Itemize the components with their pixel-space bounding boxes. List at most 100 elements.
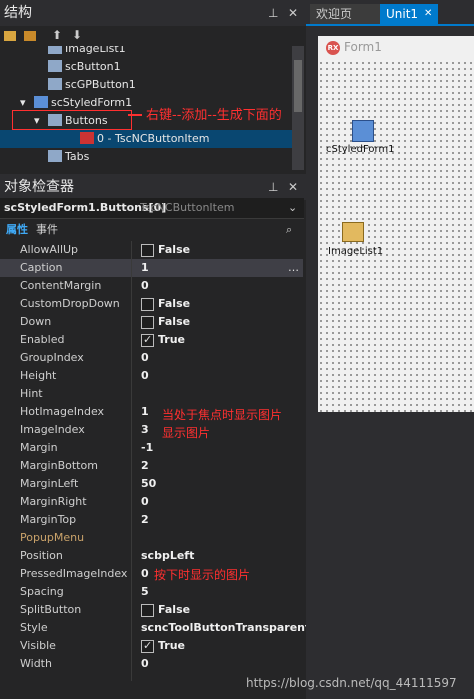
folder-open-icon[interactable]	[4, 31, 16, 41]
tab-properties[interactable]: 属性	[6, 220, 28, 240]
property-row[interactable]: PressedImageIndex 0	[0, 565, 303, 583]
property-row[interactable]: Style scncToolButtonTransparent	[0, 619, 310, 637]
annotation-hot-image: 当处于焦点时显示图片	[162, 408, 283, 422]
property-name: HotImageIndex	[20, 405, 105, 418]
property-row[interactable]: MarginRight 0	[0, 493, 303, 511]
tree-item[interactable]: 0 - TscNCButtonItem	[0, 130, 292, 148]
property-value[interactable]: scncToolButtonTransparent	[141, 619, 310, 637]
property-row[interactable]: AllowAllUp False	[0, 241, 303, 259]
property-name: Height	[20, 369, 57, 382]
property-row[interactable]: MarginTop 2	[0, 511, 303, 529]
property-row[interactable]: Hint	[0, 385, 303, 403]
tree-scroll-thumb[interactable]	[294, 60, 302, 112]
arrow-down-icon[interactable]: ⬇	[72, 28, 82, 42]
pin-icon[interactable]: ⊥	[268, 0, 278, 26]
property-row[interactable]: MarginBottom 2	[0, 457, 303, 475]
tab-welcome[interactable]: 欢迎页	[310, 4, 380, 24]
property-name: MarginTop	[20, 513, 77, 526]
tree-scrollbar[interactable]	[292, 46, 304, 170]
component-imagelist-label: ImageList1	[328, 246, 384, 257]
property-checkbox[interactable]	[141, 331, 154, 349]
property-row[interactable]: Caption 1 …	[0, 259, 303, 277]
property-row[interactable]: PopupMenu	[0, 529, 303, 547]
structure-title: 结构	[4, 5, 32, 21]
object-inspector: 对象检查器 ⊥ ✕ scStyledForm1.Buttons[0] TscNC…	[0, 174, 310, 699]
property-name: Caption	[20, 261, 63, 274]
property-row[interactable]: Enabled True	[0, 331, 303, 349]
property-row[interactable]: CustomDropDown False	[0, 295, 303, 313]
property-value[interactable]: 2	[141, 511, 149, 529]
property-value[interactable]: 0	[141, 277, 149, 295]
chevron-down-icon[interactable]: ⌄	[288, 198, 297, 218]
property-row[interactable]: ImageIndex 3	[0, 421, 303, 439]
arrow-up-icon[interactable]: ⬆	[52, 28, 62, 42]
property-row[interactable]: SplitButton False	[0, 601, 303, 619]
property-grid: AllowAllUp False Caption 1… ContentMargin 0 Cu…	[0, 241, 310, 681]
property-row[interactable]: Visible True	[0, 637, 303, 655]
editor-accent-line	[306, 24, 474, 26]
search-icon[interactable]: ⌕	[286, 220, 292, 240]
inspector-tabs: 属性 事件 ⌕	[0, 220, 304, 240]
component-imagelist[interactable]: ImageList1	[328, 222, 408, 262]
close-icon[interactable]: ✕	[288, 174, 298, 200]
property-checkbox[interactable]	[141, 316, 154, 329]
property-row[interactable]: Height 0	[0, 367, 303, 385]
property-value[interactable]: 0	[141, 655, 149, 673]
grid-divider	[131, 241, 132, 681]
property-value[interactable]: 0	[141, 565, 149, 583]
tab-unit1[interactable]: Unit1 ✕	[380, 4, 438, 24]
pin-icon[interactable]: ⊥	[268, 174, 278, 200]
form-designer[interactable]: RX Form1 cStyledForm1 ImageList1	[318, 36, 474, 412]
property-checkbox[interactable]	[141, 637, 154, 655]
property-value: True	[158, 639, 186, 652]
folder-icon[interactable]	[24, 31, 36, 41]
close-icon[interactable]: ✕	[424, 4, 432, 24]
tree-item[interactable]: Tabs	[0, 148, 292, 166]
property-value: False	[158, 297, 191, 310]
property-row[interactable]: Width 0	[0, 655, 303, 673]
property-row[interactable]: GroupIndex 0	[0, 349, 303, 367]
property-name: Spacing	[20, 585, 64, 598]
property-row[interactable]: ContentMargin 0	[0, 277, 303, 295]
object-selector[interactable]: scStyledForm1.Buttons[0] TscNCButtonItem…	[0, 198, 304, 219]
tree-item[interactable]: ImageList1	[0, 46, 292, 58]
property-value[interactable]: 3	[141, 421, 149, 439]
property-value[interactable]: 5	[141, 583, 149, 601]
property-value[interactable]: 0	[141, 349, 149, 367]
tree-item[interactable]: scButton1	[0, 58, 292, 76]
property-value[interactable]: 1	[141, 259, 149, 277]
property-value[interactable]: scbpLeft	[141, 547, 194, 565]
property-value[interactable]: 0	[141, 367, 149, 385]
tree-item-label: 0 - TscNCButtonItem	[97, 132, 210, 145]
property-value[interactable]: 0	[141, 493, 149, 511]
tab-unit1-label: Unit1	[386, 7, 419, 21]
property-checkbox[interactable]	[141, 604, 154, 617]
tree-item-label: ImageList1	[65, 46, 126, 55]
property-name: Position	[20, 549, 63, 562]
property-row[interactable]: Margin -1	[0, 439, 303, 457]
close-icon[interactable]: ✕	[288, 0, 298, 26]
annotation-arrow	[128, 114, 142, 116]
component-styledform[interactable]: cStyledForm1	[326, 120, 406, 160]
property-name: ContentMargin	[20, 279, 102, 292]
ellipsis-button[interactable]: …	[288, 259, 299, 277]
property-row[interactable]: MarginLeft 50	[0, 475, 303, 493]
property-value[interactable]: 50	[141, 475, 156, 493]
property-value[interactable]: -1	[141, 439, 153, 457]
property-row[interactable]: Down False	[0, 313, 303, 331]
property-row[interactable]: Spacing 5	[0, 583, 303, 601]
tree-item[interactable]: scGPButton1	[0, 76, 292, 94]
property-name: PressedImageIndex	[20, 567, 128, 580]
property-checkbox[interactable]	[141, 244, 154, 257]
property-name: PopupMenu	[20, 531, 85, 544]
property-value[interactable]: 1	[141, 403, 149, 421]
property-row[interactable]: Position scbpLeft	[0, 547, 303, 565]
property-value[interactable]: 2	[141, 457, 149, 475]
inspector-title: 对象检查器	[4, 179, 74, 195]
tab-events[interactable]: 事件	[36, 220, 58, 240]
styledform-icon	[34, 96, 48, 108]
property-name: SplitButton	[20, 603, 82, 616]
property-value: False	[158, 315, 191, 328]
annotation-pressed-image: 按下时显示的图片	[154, 568, 251, 582]
property-checkbox[interactable]	[141, 298, 154, 311]
